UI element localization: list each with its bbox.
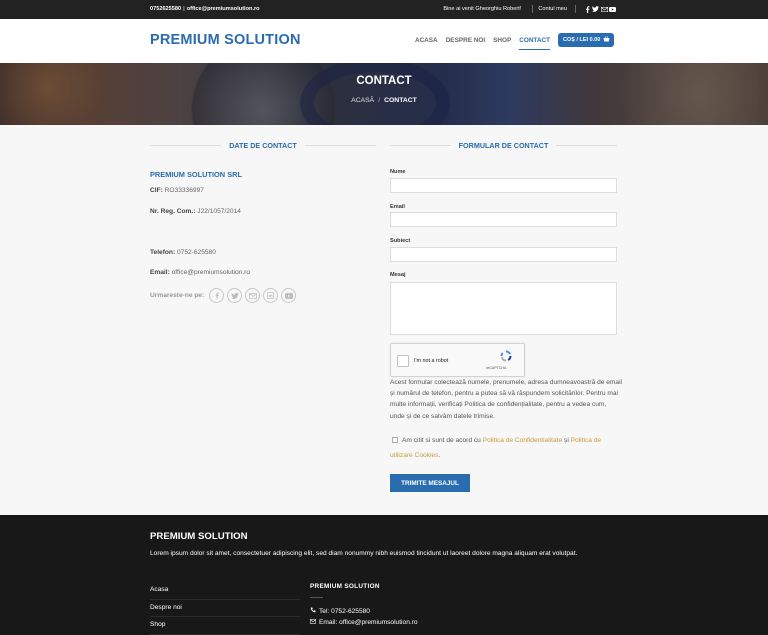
facebook-icon[interactable]: [584, 5, 591, 13]
linkedin-icon[interactable]: [263, 288, 279, 303]
basket-icon: [603, 36, 610, 44]
subject-label: Subiect: [390, 238, 411, 244]
privacy-policy-link[interactable]: Politica de Confidentialitate: [483, 437, 563, 444]
nav-item-shop[interactable]: SHOP: [493, 37, 511, 50]
footer-description: Lorem ipsum dolor sit amet, consectetuer…: [150, 550, 578, 557]
footer-phone-text[interactable]: Tel: 0752-625580: [319, 608, 370, 615]
form-section-label: FORMULAR DE CONTACT: [458, 140, 549, 150]
email-line: Email: office@premiumsolution.ro: [150, 269, 250, 276]
name-label: Nume: [390, 169, 406, 175]
email-icon[interactable]: [245, 288, 261, 303]
youtube-icon[interactable]: [281, 288, 297, 303]
subject-field[interactable]: [390, 247, 617, 262]
top-bar: 0752625580 | office@premiumsolution.ro Bin…: [0, 0, 768, 19]
footer-menu-acasa[interactable]: Acasa: [150, 582, 300, 600]
welcome-text: Bine ai venit Gheorghiu Robert!: [443, 6, 522, 12]
site-logo[interactable]: PREMIUM SOLUTION: [150, 32, 301, 48]
email-icon[interactable]: [600, 6, 608, 13]
top-contact-info: 0752625580 | office@premiumsolution.ro: [150, 6, 260, 12]
footer-menu: Acasa Despre noi Shop: [150, 582, 300, 635]
footer-email: Email: office@premiumsolution.ro: [309, 619, 418, 626]
phone-icon: [310, 607, 316, 615]
facebook-icon[interactable]: [209, 288, 225, 303]
email-label: Email:: [150, 269, 170, 276]
name-field[interactable]: [390, 178, 617, 193]
cart-label: COȘ / LEI 0.00: [563, 37, 601, 43]
top-bar-right: Bine ai venit Gheorghiu Robert! Contul m…: [443, 5, 616, 13]
top-email[interactable]: office@premiumsolution.ro: [187, 6, 260, 12]
email-label: Email: [390, 204, 405, 210]
footer-menu-despre-noi[interactable]: Despre noi: [150, 600, 300, 617]
site-footer: PREMIUM SOLUTION Lorem ipsum dolor sit a…: [0, 515, 768, 635]
breadcrumb-current: CONTACT: [384, 97, 417, 104]
divider: [575, 5, 576, 13]
company-name: PREMIUM SOLUTION SRL: [150, 170, 242, 179]
breadcrumb-home[interactable]: ACASĂ: [351, 97, 374, 104]
consent-and: și: [564, 437, 569, 444]
recaptcha-label: I'm not a robot: [414, 358, 449, 364]
page-hero: CONTACT ACASĂ / CONTACT: [0, 63, 768, 125]
contact-section-title: DATE DE CONTACT: [150, 139, 377, 151]
reg-label: Nr. Reg. Com.:: [150, 208, 196, 215]
follow-us: Urmareste-ne pe:: [150, 288, 299, 303]
footer-column-title: PREMIUM SOLUTION: [310, 583, 380, 590]
nav-item-despre-noi[interactable]: DESPRE NOI: [446, 37, 485, 50]
contact-section-label: DATE DE CONTACT: [229, 140, 297, 150]
envelope-icon: [309, 619, 317, 626]
form-section-title: FORMULAR DE CONTACT: [390, 139, 618, 151]
footer-phone: Tel: 0752-625580: [310, 607, 370, 615]
cif-value: RO33336997: [164, 187, 204, 194]
phone-line: Telefon: 0752-625580: [150, 249, 216, 256]
nav-item-acasa[interactable]: ACASA: [415, 37, 438, 50]
reg-line: Nr. Reg. Com.: J22/1057/2014: [150, 208, 241, 215]
recaptcha-icon: [499, 349, 513, 363]
divider: [532, 5, 534, 13]
title-line: [150, 144, 222, 146]
submit-button[interactable]: TRIMITE MESAJUL: [390, 474, 470, 492]
page-title: CONTACT: [356, 75, 412, 87]
cif-line: CIF: RO33336997: [150, 187, 204, 194]
cart-button[interactable]: COȘ / LEI 0.00: [558, 33, 615, 47]
email-field[interactable]: [390, 212, 617, 227]
reg-value: J22/1057/2014: [197, 208, 241, 215]
nav-item-contact[interactable]: CONTACT: [519, 37, 550, 50]
message-label: Mesaj: [390, 272, 406, 278]
top-phone[interactable]: 0752625580: [150, 6, 181, 12]
breadcrumb: ACASĂ / CONTACT: [0, 97, 768, 104]
message-field[interactable]: [390, 282, 617, 335]
title-line: [304, 144, 377, 146]
account-link[interactable]: Contul meu: [538, 6, 567, 12]
consent-suffix: .: [438, 451, 441, 459]
footer-email-text[interactable]: Email: office@premiumsolution.ro: [319, 619, 418, 626]
twitter-icon[interactable]: [227, 288, 243, 303]
recaptcha-brand: reCAPTCHA: [486, 366, 507, 370]
recaptcha-widget: I'm not a robot reCAPTCHA: [390, 343, 525, 377]
footer-column-divider: [310, 597, 323, 598]
consent-row: Am citit si sunt de acord cu Politica de…: [390, 434, 622, 463]
phone-label: Telefon:: [150, 249, 176, 256]
breadcrumb-separator: /: [378, 97, 381, 104]
site-header: PREMIUM SOLUTION ACASA DESPRE NOI SHOP C…: [0, 19, 768, 63]
recaptcha-checkbox[interactable]: [397, 355, 409, 367]
email-value[interactable]: office@premiumsolution.ro: [172, 269, 250, 276]
youtube-icon[interactable]: [609, 6, 616, 13]
title-line: [390, 144, 451, 146]
follow-label: Urmareste-ne pe:: [150, 292, 205, 299]
footer-menu-shop[interactable]: Shop: [150, 617, 300, 635]
twitter-icon[interactable]: [592, 6, 599, 13]
title-line: [556, 144, 618, 146]
consent-text: Am citit si sunt de acord cu: [402, 437, 481, 444]
cif-label: CIF:: [150, 187, 163, 194]
footer-title: PREMIUM SOLUTION: [150, 531, 248, 542]
consent-checkbox[interactable]: [392, 436, 398, 443]
privacy-notice: Acest formular colectează numele, prenum…: [390, 379, 623, 420]
hero-overlay: [0, 63, 768, 125]
main-nav: ACASA DESPRE NOI SHOP CONTACT: [407, 37, 550, 50]
phone-value[interactable]: 0752-625580: [177, 249, 216, 256]
